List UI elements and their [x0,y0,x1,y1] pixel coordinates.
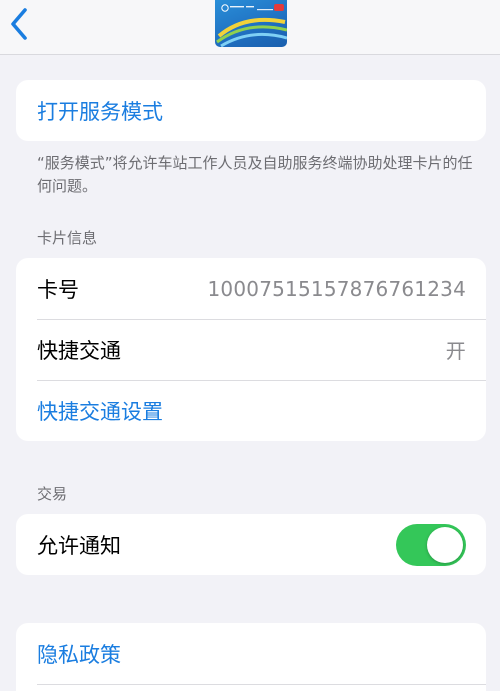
card-info-header: 卡片信息 [37,229,98,247]
express-transit-value: 开 [445,339,466,363]
transit-card-thumbnail [215,0,287,47]
express-transit-label: 快捷交通 [37,338,121,363]
card-info-group: 卡号 10007515157876761234 快捷交通 开 快捷交通设置 [16,258,486,441]
express-transit-row[interactable]: 快捷交通 开 [16,319,486,380]
card-number-row: 卡号 10007515157876761234 [16,258,486,319]
card-number-value: 10007515157876761234 [207,276,466,301]
privacy-policy-label: 隐私政策 [37,642,121,667]
transactions-group: 允许通知 [16,514,486,575]
service-mode-group: 打开服务模式 [16,80,486,141]
allow-notifications-label: 允许通知 [37,533,121,558]
service-mode-footnote: “服务模式”将允许车站工作人员及自助服务终端协助处理卡片的任何问题。 [37,154,473,195]
open-service-mode-button[interactable]: 打开服务模式 [16,80,486,141]
card-number-label: 卡号 [37,277,79,302]
privacy-group: 隐私政策 [16,623,486,691]
toggle-knob [427,526,463,563]
back-button[interactable] [2,4,36,44]
express-transit-settings-button[interactable]: 快捷交通设置 [16,380,486,441]
chevron-left-icon [11,8,27,40]
privacy-policy-button[interactable]: 隐私政策 [16,623,486,684]
express-transit-settings-label: 快捷交通设置 [37,399,163,424]
navigation-bar [0,0,500,55]
row-divider [37,684,486,685]
transactions-header: 交易 [37,485,68,503]
allow-notifications-toggle[interactable] [396,523,466,566]
open-service-mode-label: 打开服务模式 [37,99,163,124]
allow-notifications-row: 允许通知 [16,514,486,575]
